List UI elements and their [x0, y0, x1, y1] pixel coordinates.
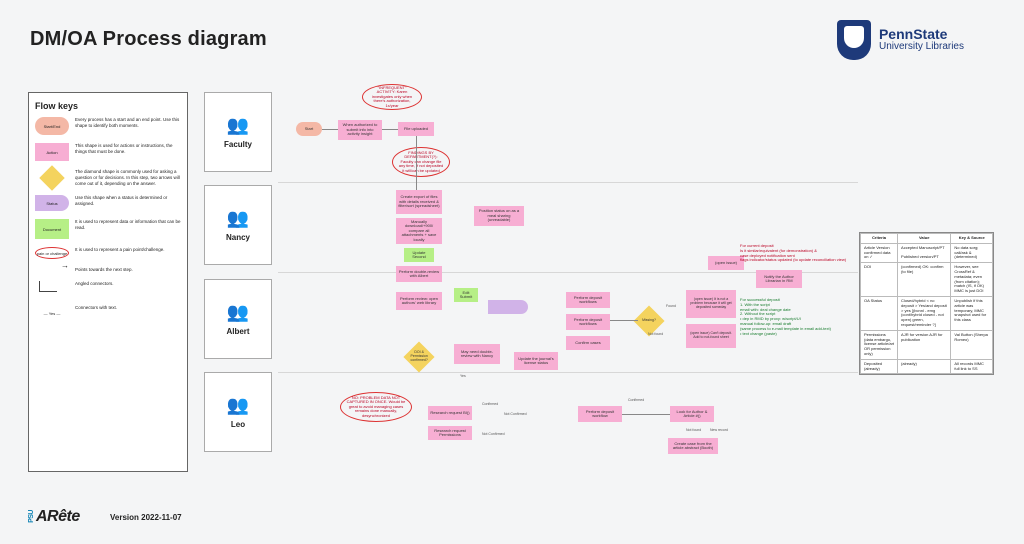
node-double-review-nancy: Perform double-review with Albert — [396, 266, 442, 282]
angled-arrow-icon — [35, 281, 69, 297]
table-cell: However, see CrossRef & metadata; even (… — [951, 263, 993, 297]
node-open-issue-1: (open issue) It is not a problem because… — [686, 290, 736, 318]
table-cell: Article Version confirmed data on ✓ — [861, 243, 898, 262]
label-confirmed-1: Confirmed — [482, 402, 498, 406]
node-research-bi: Research request BI() — [428, 406, 472, 420]
table-cell: Unpublish if this article was temporary,… — [951, 296, 993, 330]
lane-leo: 👥 Leo — [204, 372, 272, 452]
label-notfound: Not found — [648, 332, 663, 336]
rect-icon: Action — [35, 143, 69, 161]
table-cell: (already) — [898, 359, 951, 374]
label-yes: Yes — [460, 374, 466, 378]
start-node: Start — [296, 122, 322, 136]
table-cell: No data sorg; call/ask & (determined) — [951, 243, 993, 262]
pain-icon: pain or challenge — [35, 247, 69, 259]
table-cell: Permissions (data embargo, license artic… — [861, 330, 898, 359]
people-icon: 👥 — [227, 208, 249, 229]
node-notify-author: Notify the Author Librarian in RM — [756, 270, 802, 288]
th-value: Value — [898, 234, 951, 244]
node-update-license: Update the journal's license status — [514, 352, 558, 370]
label-found: Found — [666, 304, 676, 308]
label-notfound3: Not found — [686, 428, 701, 432]
criteria-table: Criteria Value Key & Source Article Vers… — [859, 232, 994, 375]
node-update-second: Update Second — [404, 248, 434, 262]
lane-albert: 👥 Albert — [204, 279, 272, 359]
brand-name: PennState — [879, 27, 964, 41]
node-open-authors: Perform review: open authors' web librar… — [396, 292, 442, 310]
node-deposit-a1: Perform deposit workflows — [566, 292, 610, 308]
footer-logo: PSUARête — [28, 508, 80, 526]
flow-canvas: Start "INFREQUENT" ACTIVITY: Karen inves… — [278, 92, 858, 472]
table-cell: Accepted Manuscript/PT Published version… — [898, 243, 951, 262]
node-double-review-albert: May need double-review with Nancy — [454, 344, 500, 364]
table-cell: DOI — [861, 263, 898, 297]
note-findings: FINDINGS BY DEPARTMENT(?): Faculty can c… — [396, 150, 446, 174]
label-notconfirmed-1: Not Confirmed — [504, 412, 527, 416]
label-confirmed-2: Confirmed — [628, 398, 644, 402]
flow-keys-panel: Flow keys Start/End Every process has a … — [28, 92, 188, 472]
legend-row-angled: Angled connectors. — [35, 281, 181, 297]
status-icon: Status — [35, 195, 69, 211]
legend-row-text-conn: — Yes — Connectors with text. — [35, 305, 181, 323]
diamond-icon — [39, 165, 64, 190]
node-position-status: Position status on as a meal sharing (un… — [474, 206, 524, 226]
legend-row-status: Status Use this shape when a status is d… — [35, 195, 181, 211]
version-text: Version 2022-11-07 — [110, 513, 182, 522]
arrow-icon — [35, 267, 69, 269]
node-edit-submit: Edit Submit — [454, 288, 478, 302]
table-cell: (confirmed) OK: confirm (to file) — [898, 263, 951, 297]
legend-row-startend: Start/End Every process has a start and … — [35, 117, 181, 135]
table-cell: Val Button (Sherpa Romeo) — [951, 330, 993, 359]
node-research-perm: Research request Permissions — [428, 426, 472, 440]
node-export: Create export of files with details rece… — [396, 190, 442, 214]
th-key: Key & Source — [951, 234, 993, 244]
legend-row-decision: The diamond shape is commonly used for a… — [35, 169, 181, 187]
lane-nancy: 👥 Nancy — [204, 185, 272, 265]
legend-row-document: Document It is used to represent data or… — [35, 219, 181, 239]
lane-faculty: 👥 Faculty — [204, 92, 272, 172]
node-deposit-a2: Perform deposit workflows — [566, 314, 610, 330]
table-cell: All records MMC full link to SS — [951, 359, 993, 374]
decision-doi: DOI & Permission confirmed? — [403, 341, 434, 372]
table-cell: AJR for version AJR for publication — [898, 330, 951, 359]
th-criteria: Criteria — [861, 234, 898, 244]
node-upload: File uploaded — [398, 122, 434, 136]
node-look-author: Look for Author & Article #() — [670, 406, 714, 422]
table-cell: Closed/hybrid < no deposit > Yes/and dep… — [898, 296, 951, 330]
node-deposit-leo: Perform deposit workflow — [578, 406, 622, 422]
oval-icon: Start/End — [35, 117, 69, 135]
table-cell: OA Status — [861, 296, 898, 330]
brand-logo: PennState University Libraries — [837, 20, 964, 60]
swimlane-labels: 👥 Faculty 👥 Nancy 👥 Albert 👥 Leo — [204, 92, 272, 452]
page-title: DM/OA Process diagram — [30, 28, 267, 51]
note-data-not-captured: NO: PROBLEM DATA NOT CAPTURED IN ONCE. W… — [344, 395, 408, 419]
note-infrequent: "INFREQUENT" ACTIVITY: Karen investigate… — [366, 87, 418, 107]
node-create-case: Create case from the article abstract (B… — [668, 438, 718, 454]
people-icon: 👥 — [227, 302, 249, 323]
brand-sub: University Libraries — [879, 41, 964, 53]
node-download: Manually download/+900/ compare all atta… — [396, 218, 442, 244]
legend-title: Flow keys — [35, 101, 181, 111]
node-authorize: When authorized to submit info into acti… — [338, 120, 382, 140]
label-notconfirmed-2: Not Confirmed — [482, 432, 505, 436]
legend-row-action: Action This shape is used for actions or… — [35, 143, 181, 161]
node-open-issue-3: (open issue) — [708, 256, 744, 270]
text-connector-icon: — Yes — — [35, 305, 69, 323]
node-status-edit — [488, 300, 528, 314]
note-current-deposit: For current deposit Is it similar/equiva… — [740, 244, 850, 263]
people-icon: 👥 — [227, 395, 249, 416]
people-icon: 👥 — [227, 115, 249, 136]
node-confirm-cases: Confirm cases — [566, 336, 610, 350]
note-successful-deposit: For successful deposit 1. With the scrip… — [740, 298, 850, 336]
legend-row-pain: pain or challenge It is used to represen… — [35, 247, 181, 259]
node-open-issue-2: (open issue) Can't deposit. Add to not-f… — [686, 324, 736, 348]
document-icon: Document — [35, 219, 69, 239]
table-cell: Deposited (already) — [861, 359, 898, 374]
pennstate-shield-icon — [837, 20, 871, 60]
legend-row-arrow: Points towards the next step. — [35, 267, 181, 273]
label-newrecord: New record — [710, 428, 728, 432]
